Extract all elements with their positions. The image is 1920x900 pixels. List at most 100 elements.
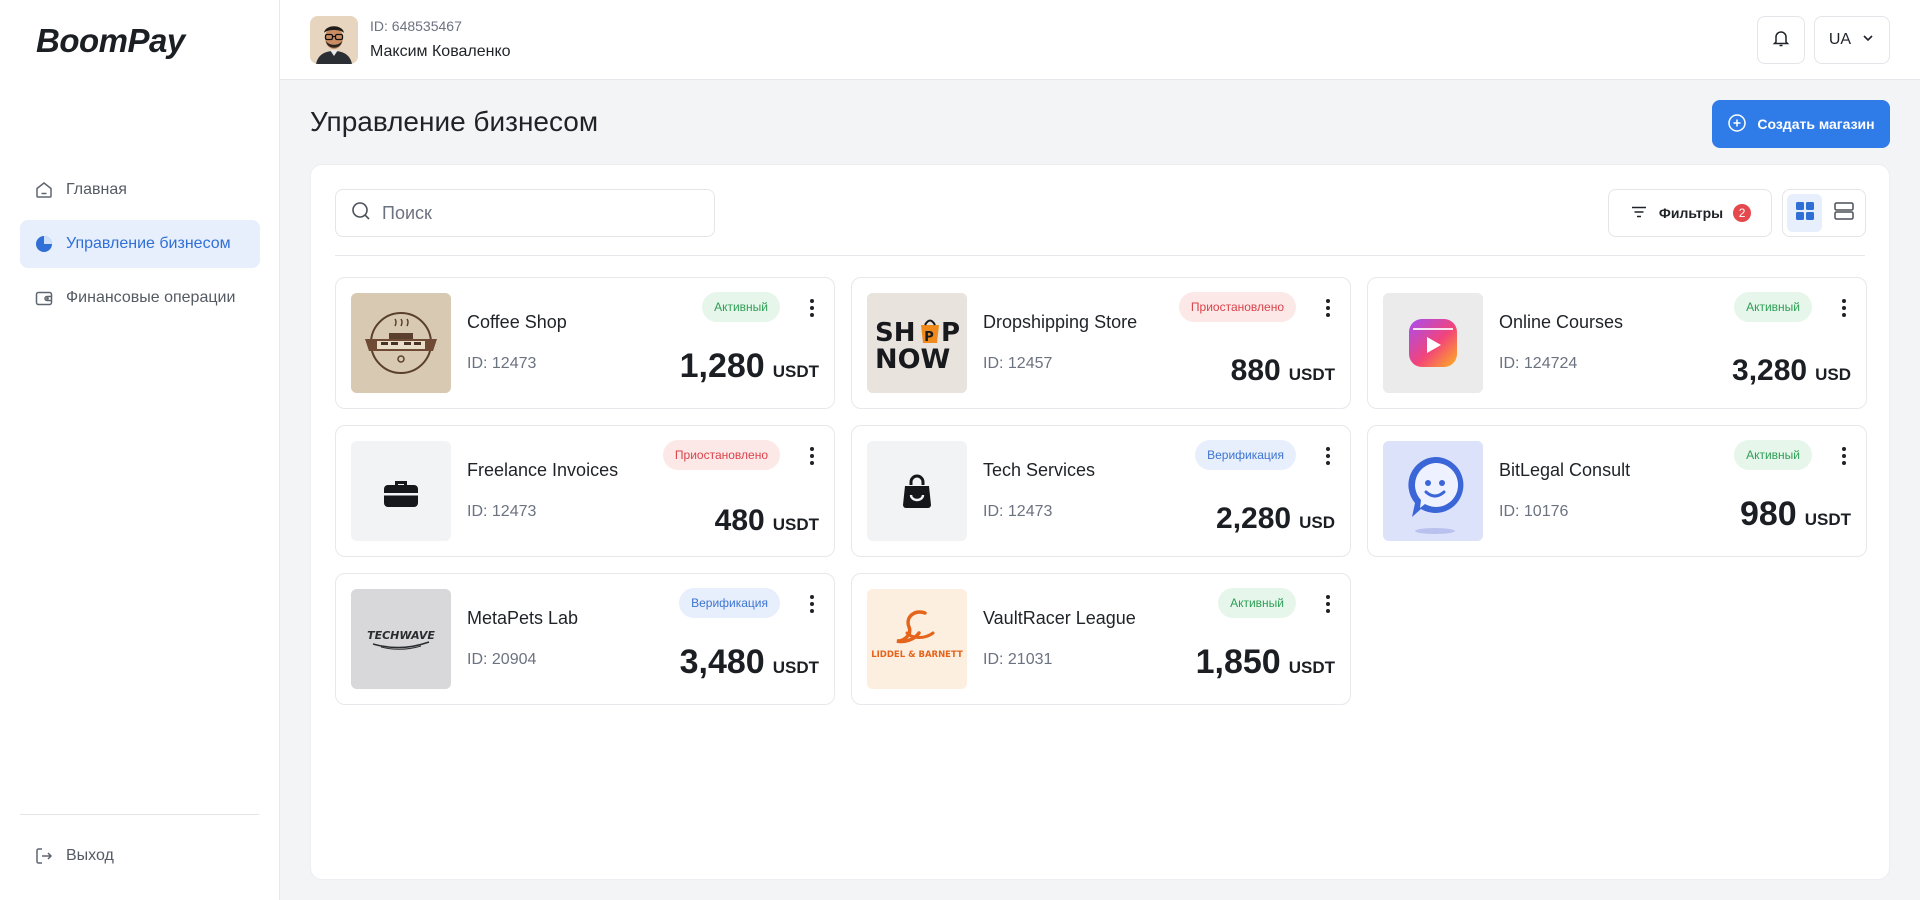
pie-chart-icon bbox=[34, 234, 54, 254]
more-options-icon[interactable] bbox=[1836, 296, 1852, 320]
store-name: Dropshipping Store bbox=[983, 312, 1138, 332]
home-icon bbox=[34, 180, 54, 200]
list-icon bbox=[1833, 200, 1855, 227]
logo-text: TECHWAVE bbox=[367, 629, 435, 642]
sidebar-item-label: Управление бизнесом bbox=[66, 235, 231, 252]
store-balance: 3,280 USD bbox=[1732, 354, 1851, 388]
brand-logo[interactable]: BoomPay bbox=[36, 22, 185, 60]
coffee-cofe-logo bbox=[351, 293, 451, 393]
more-options-icon[interactable] bbox=[804, 592, 820, 616]
store-card[interactable]: Coffee Shop ID: 12473 Активный 1,280 USD… bbox=[335, 277, 835, 409]
store-name: Coffee Shop bbox=[467, 312, 567, 332]
store-id: ID: 124724 bbox=[1499, 355, 1578, 372]
grid-view-button[interactable] bbox=[1787, 194, 1822, 232]
balance-amount: 480 bbox=[714, 504, 765, 537]
store-card[interactable]: BitLegal Consult ID: 10176 Активный 980 … bbox=[1367, 425, 1867, 557]
search-icon bbox=[350, 200, 372, 227]
logo-text: P bbox=[924, 330, 934, 345]
store-card[interactable]: LIDDEL & BARNETT VaultRacer League ID: 2… bbox=[851, 573, 1351, 705]
list-view-button[interactable] bbox=[1826, 194, 1861, 232]
grid-icon bbox=[1794, 200, 1816, 227]
store-balance: 980 USDT bbox=[1740, 495, 1851, 534]
status-badge: Активный bbox=[702, 292, 780, 322]
shop-now-logo: SH P P NOW bbox=[867, 293, 967, 393]
balance-amount: 1,850 bbox=[1195, 643, 1281, 681]
store-id: ID: 12473 bbox=[983, 503, 1053, 520]
store-card[interactable]: Tech Services ID: 12473 Верификация 2,28… bbox=[851, 425, 1351, 557]
store-name: VaultRacer League bbox=[983, 608, 1136, 628]
video-play-logo bbox=[1383, 293, 1483, 393]
wallet-icon bbox=[34, 288, 54, 308]
sidebar-item-business[interactable]: Управление бизнесом bbox=[20, 220, 260, 268]
balance-currency: USDT bbox=[772, 658, 819, 677]
store-name: Online Courses bbox=[1499, 312, 1624, 332]
more-options-icon[interactable] bbox=[1320, 444, 1336, 468]
store-balance: 1,280 USDT bbox=[680, 347, 819, 386]
sidebar-item-home[interactable]: Главная bbox=[20, 166, 260, 214]
store-name: Tech Services bbox=[983, 460, 1096, 480]
balance-currency: USD bbox=[1299, 513, 1335, 532]
create-store-label: Создать магазин bbox=[1757, 116, 1875, 132]
store-card[interactable]: TECHWAVE MetaPets Lab ID: 20904 Верифика… bbox=[335, 573, 835, 705]
logout-button[interactable]: Выход bbox=[20, 832, 260, 880]
toolbar-divider bbox=[335, 255, 1865, 256]
store-id: ID: 20904 bbox=[467, 651, 537, 668]
store-id: ID: 21031 bbox=[983, 651, 1053, 668]
bell-icon bbox=[1771, 28, 1791, 53]
sidebar-item-finance[interactable]: Финансовые операции bbox=[20, 274, 260, 322]
liddel-barnett-logo: LIDDEL & BARNETT bbox=[867, 589, 967, 689]
status-badge: Активный bbox=[1734, 440, 1812, 470]
more-options-icon[interactable] bbox=[804, 296, 820, 320]
store-balance: 1,850 USDT bbox=[1196, 643, 1335, 682]
chevron-down-icon bbox=[1861, 31, 1875, 50]
store-card[interactable]: SH P P NOW Dropshipping Store ID: 12457 … bbox=[851, 277, 1351, 409]
language-label: UA bbox=[1828, 31, 1852, 48]
user-id: ID: 648535467 bbox=[370, 18, 462, 34]
balance-amount: 880 bbox=[1230, 354, 1281, 387]
search-input[interactable] bbox=[382, 202, 702, 224]
balance-amount: 3,280 bbox=[1732, 354, 1808, 387]
store-balance: 3,480 USDT bbox=[680, 643, 819, 682]
store-card[interactable]: Freelance Invoices ID: 12473 Приостановл… bbox=[335, 425, 835, 557]
shopping-bag-icon bbox=[867, 441, 967, 541]
top-header: ID: 648535467 Максим Коваленко UA bbox=[280, 0, 1920, 80]
status-badge: Верификация bbox=[679, 588, 780, 618]
filter-icon bbox=[1629, 202, 1649, 225]
store-balance: 2,280 USD bbox=[1216, 502, 1335, 536]
filters-count-badge: 2 bbox=[1733, 204, 1752, 222]
more-options-icon[interactable] bbox=[1320, 592, 1336, 616]
language-selector[interactable]: UA bbox=[1814, 16, 1890, 64]
status-badge: Активный bbox=[1218, 588, 1296, 618]
store-card[interactable]: Online Courses ID: 124724 Активный 3,280… bbox=[1367, 277, 1867, 409]
store-balance: 480 USDT bbox=[715, 504, 819, 538]
create-store-button[interactable]: Создать магазин bbox=[1712, 100, 1890, 148]
chat-smile-logo bbox=[1383, 441, 1483, 541]
view-toggle bbox=[1782, 189, 1866, 237]
more-options-icon[interactable] bbox=[804, 444, 820, 468]
status-badge: Приостановлено bbox=[1178, 292, 1296, 322]
balance-currency: USDT bbox=[772, 515, 819, 534]
store-id: ID: 12457 bbox=[983, 355, 1053, 372]
more-options-icon[interactable] bbox=[1836, 444, 1852, 468]
filters-label: Фильтры bbox=[1658, 205, 1724, 221]
sidebar: BoomPay Главная Управление бизнесом Фина… bbox=[0, 0, 280, 900]
notifications-button[interactable] bbox=[1757, 16, 1805, 64]
balance-currency: USDT bbox=[1288, 658, 1335, 677]
balance-currency: USDT bbox=[772, 362, 819, 381]
search-box[interactable] bbox=[335, 189, 715, 237]
status-badge: Активный bbox=[1734, 292, 1812, 322]
avatar[interactable] bbox=[310, 16, 358, 64]
sidebar-nav: Главная Управление бизнесом Финансовые о… bbox=[20, 166, 260, 328]
balance-currency: USDT bbox=[1804, 510, 1851, 529]
sidebar-divider bbox=[20, 814, 259, 815]
balance-amount: 980 bbox=[1739, 495, 1797, 533]
filters-button[interactable]: Фильтры 2 bbox=[1608, 189, 1772, 237]
page-title: Управление бизнесом bbox=[310, 106, 599, 137]
store-name: MetaPets Lab bbox=[467, 608, 579, 628]
balance-amount: 2,280 bbox=[1216, 502, 1292, 535]
logout-label: Выход bbox=[66, 847, 114, 864]
status-badge: Верификация bbox=[1195, 440, 1296, 470]
sidebar-item-label: Главная bbox=[66, 181, 127, 198]
more-options-icon[interactable] bbox=[1320, 296, 1336, 320]
store-balance: 880 USDT bbox=[1231, 354, 1335, 388]
